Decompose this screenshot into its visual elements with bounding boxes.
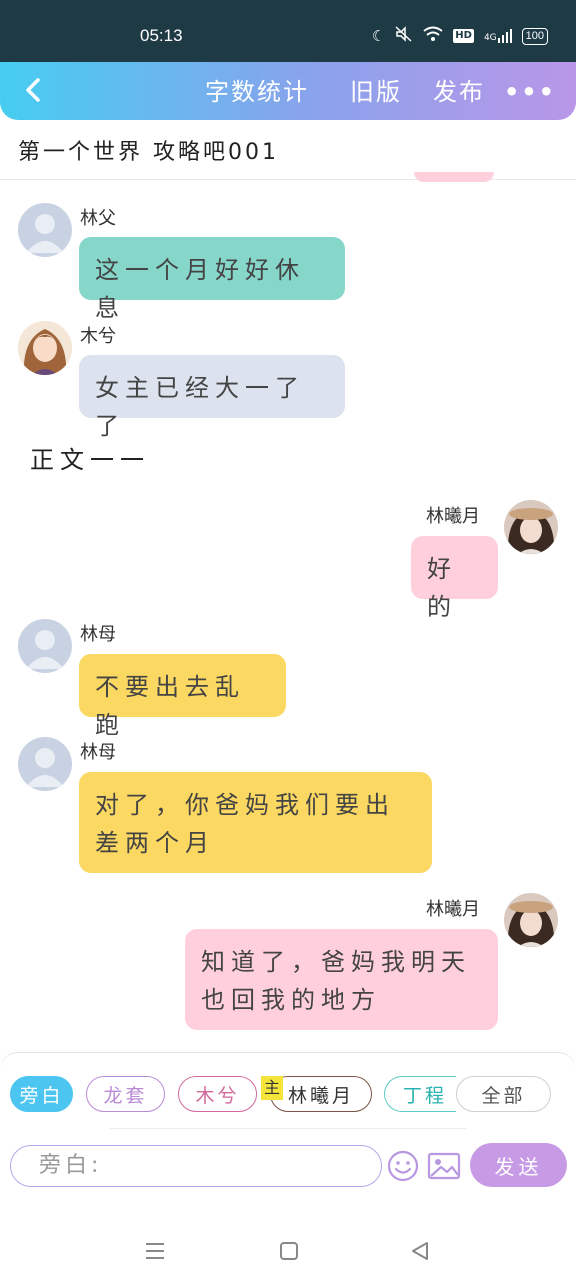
emoji-icon[interactable] — [386, 1149, 420, 1183]
bubble-line: 知道了，爸妈我明天 — [201, 948, 471, 976]
home-icon[interactable] — [279, 1241, 299, 1265]
chevron-left-icon — [26, 78, 40, 102]
speaker-name: 林母 — [80, 624, 116, 645]
back-triangle-icon[interactable] — [410, 1241, 430, 1265]
role-chip-all[interactable]: 全部 — [456, 1076, 551, 1112]
person-icon — [26, 748, 64, 787]
page-title-bar: 第一个世界 攻略吧001 — [0, 120, 576, 180]
status-icons: ☾ HD 4G 100 — [372, 26, 548, 46]
divider — [110, 1128, 466, 1129]
signal-icon: 4G — [484, 29, 512, 43]
word-count-button[interactable]: 字数统计 — [205, 72, 309, 107]
bubble-line: 对了，你爸妈我们要出 — [95, 791, 395, 819]
status-bar: 05:13 ☾ HD 4G 100 — [0, 0, 576, 62]
portrait-icon — [504, 500, 558, 554]
hd-icon: HD — [453, 29, 474, 43]
chat-bubble[interactable]: 这一个月好好休息 — [79, 237, 345, 322]
more-icon[interactable]: ••• — [504, 78, 556, 106]
battery-icon: 100 — [521, 27, 548, 45]
status-time: 05:13 — [140, 26, 183, 45]
role-chip-extra[interactable]: 龙套 — [86, 1076, 165, 1112]
chat-bubble[interactable]: 不要出去乱跑 — [79, 654, 286, 739]
avatar-default[interactable] — [18, 203, 72, 257]
menu-icon[interactable] — [145, 1242, 165, 1264]
publish-button[interactable]: 发布 — [433, 72, 485, 107]
chat-bubble[interactable]: 好的 — [411, 536, 498, 621]
role-chip-narrator[interactable]: 旁白 — [10, 1076, 73, 1112]
back-button[interactable] — [20, 72, 50, 108]
avatar-me[interactable] — [504, 500, 558, 554]
speaker-name: 林曦月 — [426, 899, 480, 920]
speaker-name: 林曦月 — [426, 506, 480, 527]
portrait-icon — [18, 321, 72, 375]
partial-bubble — [414, 172, 494, 182]
chat-bubble[interactable]: 女主已经大一了了 — [79, 355, 345, 440]
avatar-default[interactable] — [18, 737, 72, 791]
page-title[interactable]: 第一个世界 攻略吧001 — [18, 134, 279, 166]
chat-bubble[interactable]: 对了，你爸妈我们要出 差两个月 — [79, 772, 432, 873]
avatar-muxi[interactable] — [18, 321, 72, 375]
speaker-name: 木兮 — [80, 326, 116, 347]
bubble-line: 差两个月 — [95, 829, 215, 857]
moon-icon: ☾ — [371, 27, 386, 45]
bubble-line: 也回我的地方 — [201, 986, 381, 1014]
role-chip-lin-xiyue[interactable]: 林曦月 — [270, 1076, 372, 1112]
old-version-button[interactable]: 旧版 — [350, 72, 402, 107]
top-app-bar: 字数统计 旧版 发布 ••• — [0, 62, 576, 120]
person-icon — [26, 214, 64, 253]
role-chip-muxi[interactable]: 木兮 — [178, 1076, 257, 1112]
role-chip-dingcheng[interactable]: 丁程 — [384, 1076, 456, 1112]
system-nav-bar — [0, 1192, 576, 1280]
portrait-icon — [504, 893, 558, 947]
avatar-me[interactable] — [504, 893, 558, 947]
person-icon — [26, 630, 64, 669]
mute-icon — [395, 26, 413, 46]
speaker-name: 林母 — [80, 742, 116, 763]
chat-bubble[interactable]: 知道了，爸妈我明天 也回我的地方 — [185, 929, 498, 1030]
image-icon[interactable] — [427, 1151, 461, 1181]
wifi-icon — [423, 26, 443, 46]
avatar-default[interactable] — [18, 619, 72, 673]
main-role-badge: 主 — [261, 1076, 283, 1100]
speaker-name: 林父 — [80, 208, 116, 229]
narration-text[interactable]: 正文一一 — [30, 440, 150, 475]
send-button[interactable]: 发送 — [470, 1143, 567, 1187]
message-input[interactable]: 旁白: — [10, 1145, 382, 1187]
